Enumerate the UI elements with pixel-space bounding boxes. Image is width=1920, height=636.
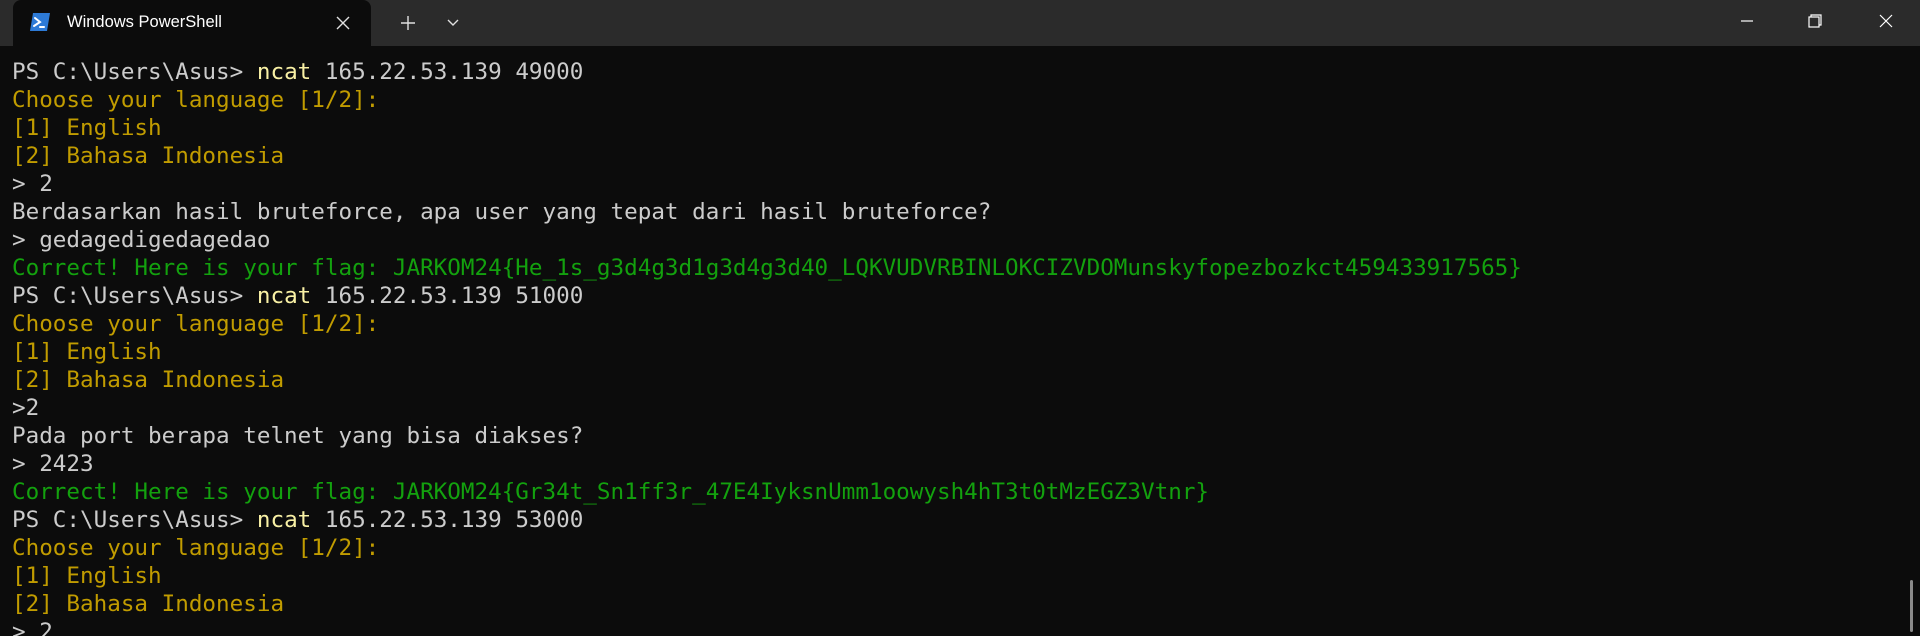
restore-button[interactable] xyxy=(1781,0,1849,46)
output-line: > 2 xyxy=(12,171,53,197)
output-line: Choose your language [1/2]: xyxy=(12,311,380,337)
output-line: > gedagedigedagedao xyxy=(12,227,271,253)
tab-windows-powershell[interactable]: Windows PowerShell xyxy=(13,0,371,46)
output-line: > 2423 xyxy=(12,451,94,477)
command-args: 165.22.53.139 51000 xyxy=(311,283,584,309)
close-icon xyxy=(1878,13,1894,33)
minimize-button[interactable] xyxy=(1713,0,1781,46)
output-line: [1] English xyxy=(12,115,162,141)
flag-output-line: Correct! Here is your flag: JARKOM24{He_… xyxy=(12,255,1522,281)
powershell-icon xyxy=(29,12,51,32)
prompt: PS C:\Users\Asus> xyxy=(12,283,257,309)
title-bar: Windows PowerShell xyxy=(0,0,1920,46)
output-line: [1] English xyxy=(12,563,162,589)
command-args: 165.22.53.139 49000 xyxy=(311,59,584,85)
output-line: Pada port berapa telnet yang bisa diakse… xyxy=(12,423,584,449)
command: ncat xyxy=(256,59,312,85)
tab-title: Windows PowerShell xyxy=(67,13,222,31)
output-line: [2] Bahasa Indonesia xyxy=(12,143,285,169)
command: ncat xyxy=(256,283,312,309)
output-line: Choose your language [1/2]: xyxy=(12,87,380,113)
command-line: PS C:\Users\Asus> ncat 165.22.53.139 510… xyxy=(12,282,583,310)
command-line: PS C:\Users\Asus> ncat 165.22.53.139 490… xyxy=(12,58,583,86)
minimize-icon xyxy=(1739,13,1755,33)
scrollbar[interactable] xyxy=(1910,580,1913,632)
close-icon[interactable] xyxy=(332,12,354,34)
output-line: [1] English xyxy=(12,339,162,365)
output-line: [2] Bahasa Indonesia xyxy=(12,591,285,617)
output-line: Choose your language [1/2]: xyxy=(12,535,380,561)
prompt: PS C:\Users\Asus> xyxy=(12,507,257,533)
plus-icon[interactable] xyxy=(393,9,423,37)
output-line: Berdasarkan hasil bruteforce, apa user y… xyxy=(12,199,992,225)
command: ncat xyxy=(256,507,312,533)
close-window-button[interactable] xyxy=(1852,0,1920,46)
command-args: 165.22.53.139 53000 xyxy=(311,507,584,533)
output-line: [2] Bahasa Indonesia xyxy=(12,367,285,393)
restore-icon xyxy=(1807,13,1823,33)
chevron-down-icon[interactable] xyxy=(440,9,466,37)
command-line: PS C:\Users\Asus> ncat 165.22.53.139 530… xyxy=(12,506,583,534)
output-line: > 2 xyxy=(12,619,53,636)
output-line: >2 xyxy=(12,395,40,421)
prompt: PS C:\Users\Asus> xyxy=(12,59,257,85)
terminal-output[interactable]: PS C:\Users\Asus> ncat 165.22.53.139 490… xyxy=(0,46,1920,636)
flag-output-line: Correct! Here is your flag: JARKOM24{Gr3… xyxy=(12,479,1210,505)
